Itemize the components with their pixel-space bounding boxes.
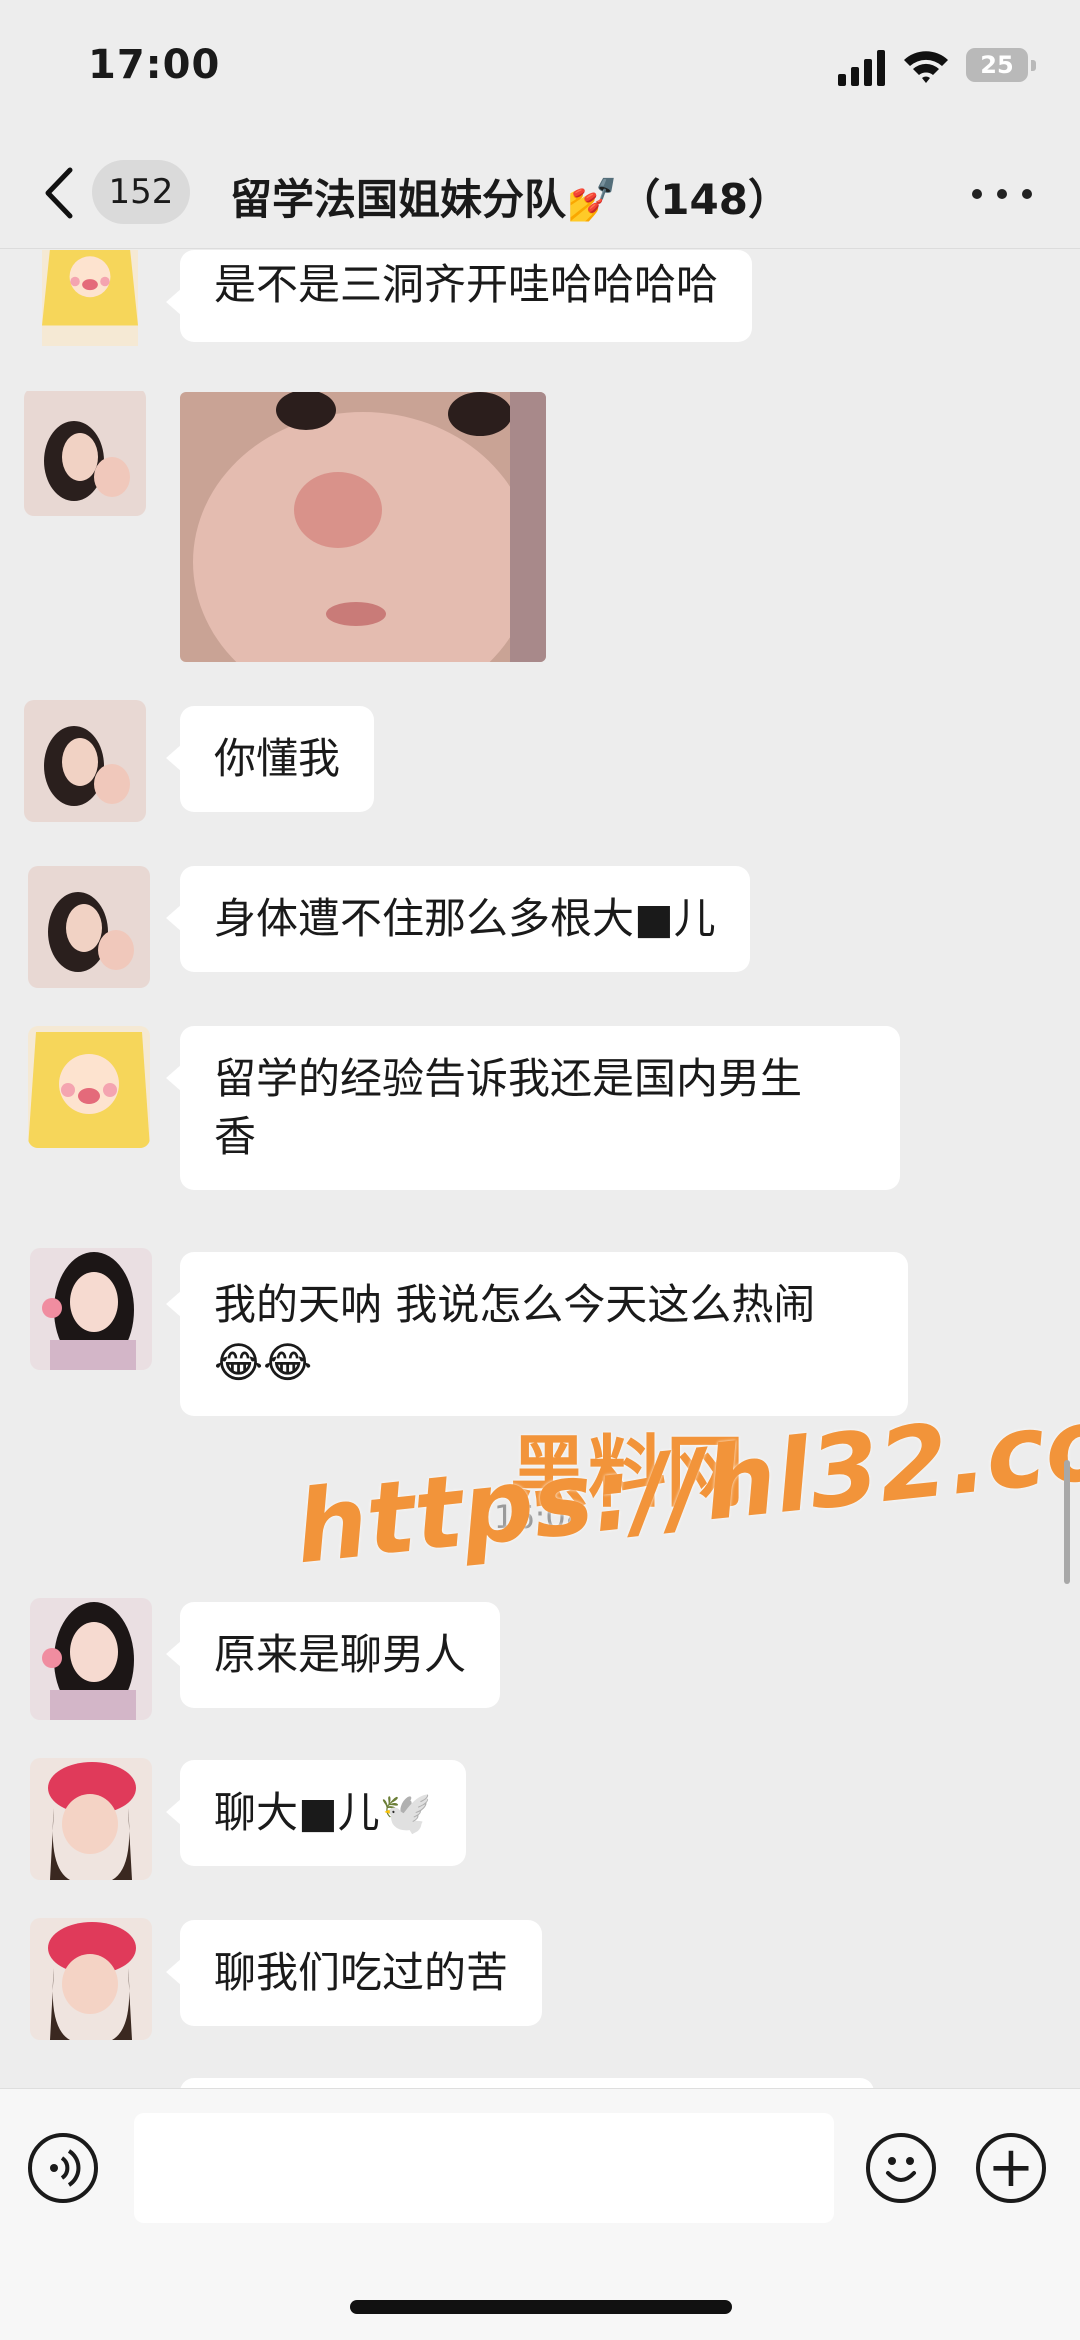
voice-icon [50,2149,81,2187]
plus-icon: + [987,2135,1035,2200]
message-bubble[interactable]: 身体遭不住那么多根大■儿 [166,866,750,972]
girl-avatar[interactable] [24,700,146,822]
more-dot-icon [997,189,1007,199]
message-bubble[interactable]: 聊大■儿🕊️ [166,1760,466,1866]
wifi-icon [904,51,948,83]
voice-input-button[interactable] [28,2133,98,2203]
more-functions-button[interactable]: + [976,2133,1046,2203]
long-hair-girl-avatar[interactable] [30,1248,152,1370]
cartoon-girl-avatar[interactable] [30,250,150,346]
girl-avatar[interactable] [28,866,150,988]
message-bubble[interactable]: 留学的经验告诉我还是国内男生 香 [166,1026,900,1190]
smiley-icon [886,2157,916,2182]
emoji-button[interactable] [866,2133,936,2203]
message-bubble[interactable]: 你懂我 [165,706,375,812]
scrollbar-thumb[interactable] [1064,1460,1070,1584]
girl-avatar[interactable] [24,388,146,516]
unread-count-badge[interactable]: 152 [92,160,190,224]
cellular-signal-icon [838,50,885,86]
battery-icon: 25 [966,48,1036,82]
message-input[interactable] [134,2113,834,2223]
status-time: 17:00 [88,42,221,88]
chat-title: 留学法国姐妹分队💅（148） [230,175,790,224]
status-bar: 17:00 25 [0,0,1080,140]
chat-header: 152 留学法国姐妹分队💅（148） [0,140,1080,249]
message-bubble[interactable]: 是不是三洞齐开哇哈哈哈哈 [165,250,753,342]
crying-baby-photo[interactable] [180,392,546,662]
time-separator: 16:08 [493,1498,587,1536]
more-dot-icon [972,189,982,199]
red-hat-girl-avatar[interactable] [30,1758,152,1880]
more-dot-icon [1022,189,1032,199]
red-hat-girl-avatar[interactable] [30,1918,152,2040]
more-options-button[interactable] [972,184,1032,204]
message-bubble[interactable]: 原来是聊男人 [165,1602,501,1708]
home-indicator[interactable] [350,2300,732,2314]
message-bubble[interactable]: 聊我们吃过的苦 [165,1920,543,2026]
cartoon-girl-avatar[interactable] [28,1026,150,1148]
long-hair-girl-avatar[interactable] [30,1598,152,1720]
back-arrow-icon[interactable] [36,162,86,224]
message-bubble[interactable]: 我的天呐 我说怎么今天这么热闹 😂😂 [166,1252,908,1416]
